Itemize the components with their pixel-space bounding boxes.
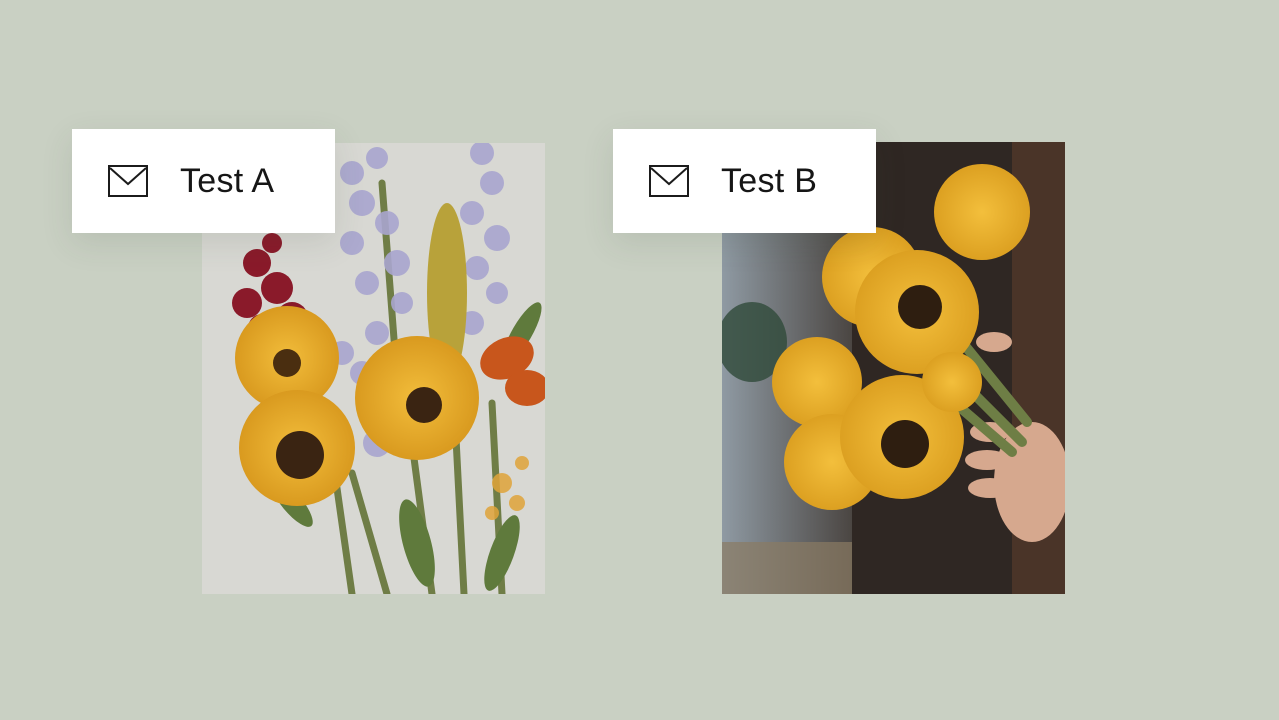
envelope-icon [108, 165, 148, 197]
test-a-title: Test A [180, 161, 275, 200]
test-b-title: Test B [721, 161, 818, 200]
test-a-label[interactable]: Test A [72, 129, 335, 233]
envelope-icon [649, 165, 689, 197]
test-b-label[interactable]: Test B [613, 129, 876, 233]
